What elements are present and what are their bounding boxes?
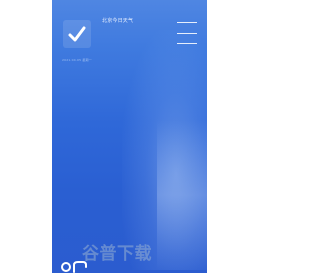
page-frame: 北京今日天气 2021.04.05 星期一 谷普下载	[0, 0, 258, 273]
background-light-streak	[157, 120, 207, 270]
watermark-text: 谷普下载	[82, 244, 152, 264]
app-logo	[63, 20, 91, 48]
menu-line-middle	[177, 32, 197, 34]
menu-line-top	[177, 22, 197, 23]
menu-button[interactable]	[177, 22, 197, 44]
page-title: 北京今日天气	[102, 18, 134, 24]
background-light-sheen	[122, 30, 207, 270]
check-mark-icon	[68, 26, 86, 42]
date-subtitle: 2021.04.05 星期一	[62, 58, 92, 62]
app-screen: 北京今日天气 2021.04.05 星期一	[52, 0, 207, 273]
menu-line-bottom	[177, 43, 197, 44]
